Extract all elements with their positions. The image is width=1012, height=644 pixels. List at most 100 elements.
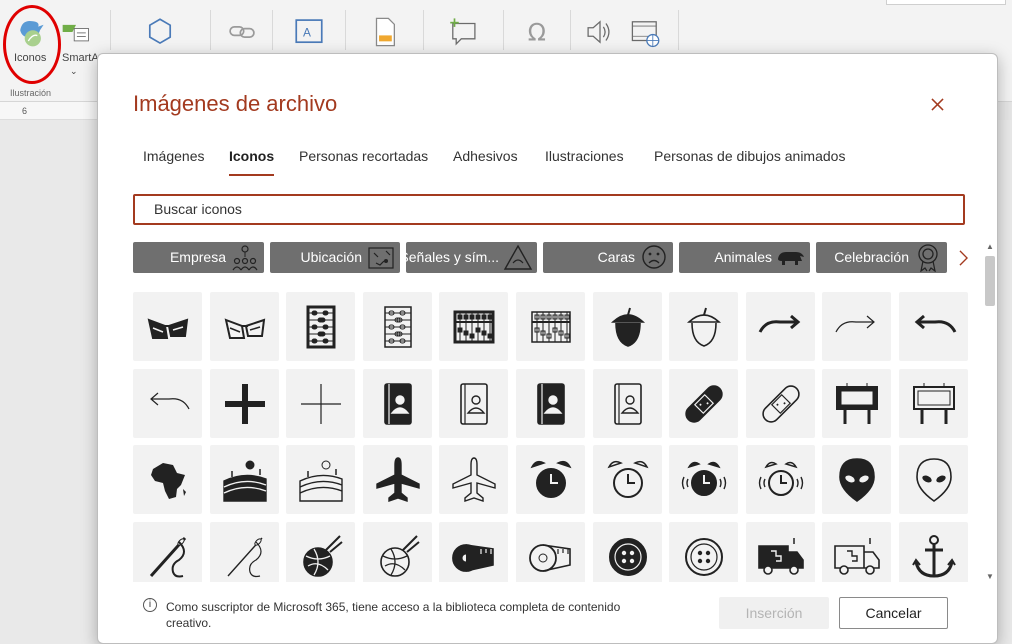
icon-tile[interactable]	[822, 445, 891, 514]
icon-tile[interactable]	[669, 522, 738, 582]
page-header-icon	[375, 17, 395, 47]
icon-tile[interactable]	[439, 369, 508, 438]
icon-tile[interactable]	[133, 445, 202, 514]
icon-tile[interactable]	[133, 522, 202, 582]
icon-tile[interactable]	[822, 292, 891, 361]
icon-tile[interactable]	[210, 292, 279, 361]
icon-tile[interactable]	[822, 522, 891, 582]
link-ribbon-button[interactable]	[222, 12, 262, 52]
icon-tile[interactable]	[363, 445, 432, 514]
icon-tile[interactable]	[899, 522, 968, 582]
icon-tile[interactable]	[286, 522, 355, 582]
chevron-right-icon	[958, 250, 968, 266]
ribbon-separator	[570, 10, 571, 50]
people-network-icon	[232, 245, 258, 271]
alien-face-outline-icon	[915, 457, 952, 502]
subscription-info-text: Como suscriptor de Microsoft 365, tiene …	[166, 600, 621, 630]
tape-measure-filled-icon	[451, 543, 494, 572]
cancel-button[interactable]: Cancelar	[839, 597, 948, 629]
tab-ilustraciones[interactable]: Ilustraciones	[545, 148, 624, 176]
category-empresa[interactable]: Empresa	[133, 242, 264, 273]
ribbon-separator	[678, 10, 679, 50]
audio-ribbon-button[interactable]	[580, 12, 620, 52]
icon-tile[interactable]	[593, 522, 662, 582]
icon-tile[interactable]	[439, 445, 508, 514]
search-input[interactable]: Buscar iconos	[133, 194, 965, 225]
category-label: Ubicación	[300, 249, 362, 265]
category-senales[interactable]: Señales y sím...	[406, 242, 537, 273]
icon-tile[interactable]	[899, 292, 968, 361]
icon-tile[interactable]	[746, 292, 815, 361]
icon-tile[interactable]	[363, 292, 432, 361]
icon-tile[interactable]	[516, 369, 585, 438]
icon-tile[interactable]	[899, 445, 968, 514]
close-button[interactable]	[925, 92, 949, 116]
textbox-ribbon-button[interactable]: A	[289, 12, 329, 52]
speaker-icon	[587, 20, 610, 44]
contact-book-outline-icon	[613, 382, 642, 425]
tab-adhesivos[interactable]: Adhesivos	[453, 148, 518, 176]
tab-imagenes[interactable]: Imágenes	[143, 148, 204, 176]
icon-tile[interactable]	[210, 369, 279, 438]
icon-tile[interactable]	[286, 292, 355, 361]
category-animales[interactable]: Animales	[679, 242, 810, 273]
ambulance-filled-icon	[757, 537, 804, 575]
icon-tile[interactable]	[363, 369, 432, 438]
tab-personas-dibujos-animados[interactable]: Personas de dibujos animados	[654, 148, 845, 176]
categories-next-button[interactable]	[955, 247, 971, 269]
tab-personas-recortadas[interactable]: Personas recortadas	[299, 148, 428, 176]
icon-tile[interactable]	[669, 445, 738, 514]
alarm-clock-filled-icon	[530, 460, 571, 498]
header-footer-ribbon-button[interactable]	[365, 12, 405, 52]
icon-tile[interactable]	[593, 292, 662, 361]
category-celebracion[interactable]: Celebración	[816, 242, 947, 273]
comment-ribbon-button[interactable]	[443, 12, 483, 52]
acorn-outline-icon	[686, 307, 721, 347]
symbol-ribbon-button[interactable]: Ω	[518, 12, 558, 52]
icon-tile[interactable]	[516, 445, 585, 514]
icon-tile[interactable]	[746, 522, 815, 582]
button-outline-icon	[684, 537, 723, 576]
farm-field-filled-icon	[222, 460, 267, 502]
shapes-ribbon-button[interactable]	[140, 12, 180, 52]
video-ribbon-button[interactable]	[626, 12, 666, 52]
icon-tile[interactable]	[133, 292, 202, 361]
icon-tile[interactable]	[286, 369, 355, 438]
icon-tile[interactable]	[439, 292, 508, 361]
plus-bold-icon	[224, 383, 265, 424]
tab-iconos[interactable]: Iconos	[229, 148, 275, 176]
icon-tile[interactable]	[669, 292, 738, 361]
ribbon-group-label: Ilustración	[10, 88, 52, 98]
yarn-ball-outline-icon	[379, 534, 420, 577]
icon-tile[interactable]	[593, 445, 662, 514]
category-ubicacion[interactable]: Ubicación	[270, 242, 400, 273]
icon-tile[interactable]	[363, 522, 432, 582]
icon-tile[interactable]	[746, 445, 815, 514]
icon-tile[interactable]	[746, 369, 815, 438]
icon-tile[interactable]	[210, 445, 279, 514]
smartart-ribbon-button[interactable]	[58, 12, 94, 52]
icon-tile[interactable]	[516, 292, 585, 361]
ribbon-separator	[110, 10, 111, 50]
button-filled-icon	[608, 537, 647, 576]
category-caras[interactable]: Caras	[543, 242, 673, 273]
window-control-stub	[886, 0, 1006, 5]
icon-tile[interactable]	[593, 369, 662, 438]
scroll-up-icon[interactable]: ▲	[985, 242, 995, 252]
icon-tile[interactable]	[899, 369, 968, 438]
icon-tile[interactable]	[439, 522, 508, 582]
scroll-thumb[interactable]	[985, 256, 995, 306]
icon-tile[interactable]	[286, 445, 355, 514]
icon-tile[interactable]	[133, 369, 202, 438]
icon-tile[interactable]	[516, 522, 585, 582]
icon-tile[interactable]	[669, 369, 738, 438]
icon-tile[interactable]	[822, 369, 891, 438]
vertical-scrollbar[interactable]: ▲ ▼	[983, 242, 997, 582]
smartart-dropdown-icon[interactable]: ⌄	[70, 66, 78, 77]
icon-tile[interactable]	[210, 522, 279, 582]
airplane-filled-icon	[375, 456, 420, 502]
insert-button[interactable]: Inserción	[719, 597, 829, 629]
scroll-down-icon[interactable]: ▼	[985, 572, 995, 582]
online-video-icon	[631, 21, 660, 48]
category-label: Empresa	[169, 249, 226, 265]
